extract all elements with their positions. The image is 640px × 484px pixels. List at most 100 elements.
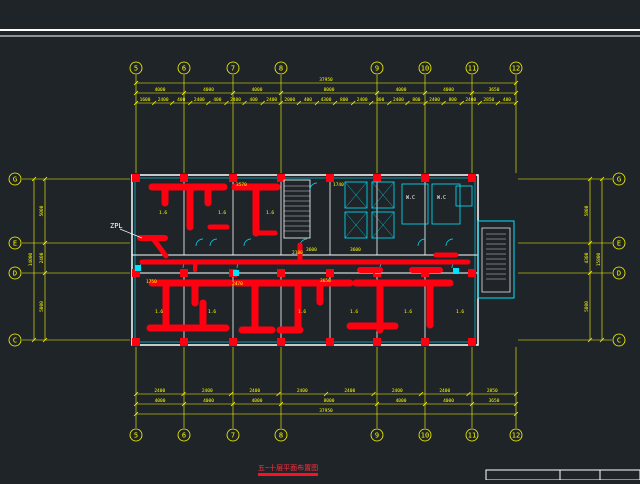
- grid-label-top: 9: [375, 65, 379, 73]
- grid-label-top: 6: [182, 65, 186, 73]
- dim-bottom-row2-text: 3650: [489, 398, 500, 404]
- grid-label-bottom: 8: [279, 432, 283, 440]
- dim-top-row2-text: 2850: [483, 97, 494, 103]
- grid-label-right: D: [617, 270, 621, 278]
- drawing-frame: [0, 29, 640, 37]
- room-label: 1.6: [404, 309, 412, 315]
- structural-column: [326, 269, 334, 277]
- room-label: 1.6: [159, 210, 167, 216]
- dim-top-row2-text: 400: [213, 97, 221, 103]
- dim-top-row2-text: 2400: [230, 97, 241, 103]
- dim-bottom-row2-text: 4000: [396, 398, 407, 404]
- dim-bottom-row1-text: 2400: [392, 388, 403, 394]
- grid-label-right: G: [617, 176, 621, 184]
- dim-top-row2-text: 2400: [429, 97, 440, 103]
- dim-top-row1-text: 8000: [324, 87, 335, 93]
- dim-top-row2-text: 400: [250, 97, 258, 103]
- dim-top-total-text: 37950: [319, 77, 333, 83]
- grid-label-right: C: [617, 337, 621, 345]
- dim-bottom-row1-text: 2400: [249, 388, 260, 394]
- structural-column: [421, 338, 429, 346]
- interior-dim-text: 1750: [146, 279, 157, 285]
- dim-bottom-row1-text: 2400: [297, 388, 308, 394]
- annex-stair-outline: [477, 220, 515, 299]
- dim-left-total-text: 14000: [28, 252, 34, 266]
- structural-column: [373, 174, 381, 182]
- fixture-marker: [135, 265, 141, 271]
- structural-column: [468, 338, 476, 346]
- dim-bottom-row1-text: 2850: [487, 388, 498, 394]
- dim-top-row2-text: 800: [376, 97, 384, 103]
- fixture-marker: [453, 268, 459, 274]
- dim-top-row2-text: 800: [412, 97, 420, 103]
- title-underline: [258, 473, 318, 476]
- dim-right-row-text: 5800: [584, 301, 590, 312]
- drawing-title: 五~十层平面布置图: [258, 463, 318, 472]
- room-label: 1.6: [218, 210, 226, 216]
- interior-dim-text: 2100: [292, 250, 303, 256]
- grid-label-bottom: 6: [182, 432, 186, 440]
- door-swing: [195, 238, 204, 247]
- structural-column: [373, 338, 381, 346]
- interior-dim-text: 2470: [232, 281, 243, 287]
- dim-top-row2-text: 4300: [321, 97, 332, 103]
- dim-right-row-text: 5800: [584, 205, 590, 216]
- fixture-marker: [233, 270, 239, 276]
- dim-right-row-text: 4300: [584, 252, 590, 263]
- interior-dim-text: 3650: [320, 278, 331, 284]
- dim-top-row1-text: 3650: [489, 87, 500, 93]
- grid-label-top: 5: [134, 65, 138, 73]
- dim-bottom-row1-text: 2400: [154, 388, 165, 394]
- duct-segment: [151, 237, 169, 259]
- stair-well: [283, 179, 311, 239]
- structural-column: [132, 174, 140, 182]
- door-swing: [445, 238, 454, 247]
- grid-label-bottom: 12: [512, 432, 520, 440]
- dim-top-row2-text: 400: [177, 97, 185, 103]
- dim-left-row-text: 5000: [39, 301, 45, 312]
- dim-top-row2-text: 2400: [158, 97, 169, 103]
- floor-plan-svg: 5 5 6 6 7 7 8 8 9 9 10 10 11 11 12 12 G G E E D D C C 37950 4000…: [0, 29, 640, 481]
- interior-dim-text: 3600: [306, 247, 317, 253]
- interior-dim-text: 3570: [236, 182, 247, 188]
- grid-label-top: 11: [468, 65, 476, 73]
- grid-label-left: E: [13, 240, 17, 248]
- room-label: 1.6: [456, 309, 464, 315]
- grid-label-bottom: 10: [421, 432, 429, 440]
- toilet-cubicle: [455, 185, 473, 207]
- dim-top-row2-text: 2000: [284, 97, 295, 103]
- toilet-room-a: [401, 183, 429, 225]
- dim-top-row1-text: 4000: [396, 87, 407, 93]
- structural-column: [180, 174, 188, 182]
- room-label: 1.6: [350, 309, 358, 315]
- zpl-leader: [119, 228, 143, 239]
- dim-top-row2-text: 800: [449, 97, 457, 103]
- dim-top-row2-text: 400: [304, 97, 312, 103]
- door-swing: [209, 238, 218, 247]
- grid-label-top: 7: [231, 65, 235, 73]
- grid-label-top: 10: [421, 65, 429, 73]
- structural-column: [421, 174, 429, 182]
- structural-column: [277, 338, 285, 346]
- dim-top-row2-text: 2400: [465, 97, 476, 103]
- dim-top-row1-text: 4000: [155, 87, 166, 93]
- structural-column: [132, 338, 140, 346]
- title-group: 五~十层平面布置图: [258, 463, 318, 476]
- toilet-label: W.C: [437, 195, 446, 201]
- dim-left-row-text: 5000: [39, 205, 45, 216]
- dim-top-row2-text: 800: [340, 97, 348, 103]
- grid-label-top: 8: [279, 65, 283, 73]
- grid-label-left: G: [13, 176, 17, 184]
- grid-label-top: 12: [512, 65, 520, 73]
- grid-label-bottom: 5: [134, 432, 138, 440]
- door-swing: [417, 238, 426, 247]
- grid-label-left: D: [13, 270, 17, 278]
- structural-column: [277, 269, 285, 277]
- interior-dim-text: 1740: [333, 182, 344, 188]
- structural-column: [180, 269, 188, 277]
- grid-label-left: C: [13, 337, 17, 345]
- structural-column: [326, 338, 334, 346]
- dim-top-row2-text: 2400: [266, 97, 277, 103]
- axis-grid: 5 5 6 6 7 7 8 8 9 9 10 10 11 11 12 12 G G E E D D C C: [8, 61, 626, 442]
- dim-bottom-row2-text: 8000: [324, 398, 335, 404]
